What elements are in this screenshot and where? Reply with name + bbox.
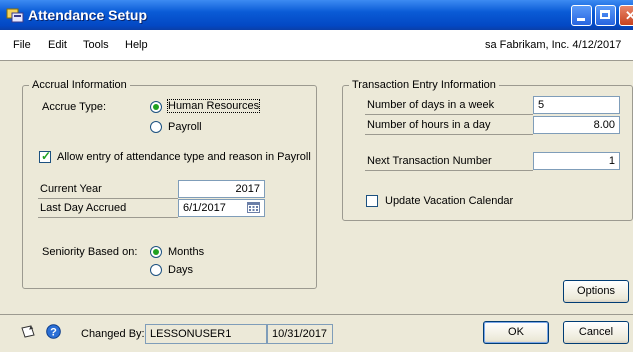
attendance-setup-window: Attendance Setup File Edit Tools Help sa… bbox=[0, 0, 633, 352]
months-label[interactable]: Months bbox=[168, 246, 204, 258]
note-icon[interactable] bbox=[20, 325, 36, 339]
payroll-label[interactable]: Payroll bbox=[168, 121, 202, 133]
menu-tools[interactable]: Tools bbox=[83, 39, 109, 51]
update-vacation-label[interactable]: Update Vacation Calendar bbox=[385, 195, 513, 207]
cancel-button[interactable]: Cancel bbox=[563, 321, 629, 344]
window-title: Attendance Setup bbox=[28, 7, 148, 23]
current-year-label: Current Year bbox=[38, 180, 178, 199]
radio-months[interactable] bbox=[150, 246, 162, 258]
footer-divider bbox=[0, 314, 633, 315]
hours-day-field[interactable]: 8.00 bbox=[533, 116, 620, 134]
next-transaction-field[interactable]: 1 bbox=[533, 152, 620, 170]
hours-day-label: Number of hours in a day bbox=[365, 116, 533, 135]
days-label[interactable]: Days bbox=[168, 264, 193, 276]
changed-by-label: Changed By: bbox=[81, 328, 145, 340]
next-transaction-label: Next Transaction Number bbox=[365, 152, 533, 171]
menu-bar: File Edit Tools Help sa Fabrikam, Inc. 4… bbox=[0, 30, 633, 61]
current-year-field[interactable]: 2017 bbox=[178, 180, 265, 198]
changed-by-date-field: 10/31/2017 bbox=[267, 324, 333, 344]
title-bar[interactable]: Attendance Setup bbox=[0, 0, 633, 30]
svg-text:?: ? bbox=[50, 327, 57, 339]
maximize-icon[interactable] bbox=[595, 5, 616, 26]
seniority-label: Seniority Based on: bbox=[42, 246, 138, 258]
days-week-label: Number of days in a week bbox=[365, 96, 533, 115]
help-icon[interactable]: ? bbox=[46, 324, 61, 339]
window-app-icon bbox=[6, 8, 24, 23]
human-resources-label[interactable]: Human Resources bbox=[166, 99, 261, 113]
transaction-legend: Transaction Entry Information bbox=[349, 79, 499, 91]
company-info: sa Fabrikam, Inc. 4/12/2017 bbox=[485, 39, 622, 51]
menu-edit[interactable]: Edit bbox=[48, 39, 67, 51]
radio-payroll[interactable] bbox=[150, 121, 162, 133]
last-day-accrued-value: 6/1/2017 bbox=[183, 202, 226, 214]
radio-days[interactable] bbox=[150, 264, 162, 276]
accrue-type-label: Accrue Type: bbox=[42, 101, 106, 113]
update-vacation-checkbox[interactable] bbox=[366, 195, 378, 207]
close-icon[interactable] bbox=[619, 5, 633, 26]
options-button-label: Options bbox=[577, 285, 615, 297]
days-week-field[interactable]: 5 bbox=[533, 96, 620, 114]
last-day-accrued-label: Last Day Accrued bbox=[38, 199, 178, 218]
accrual-legend: Accrual Information bbox=[29, 79, 130, 91]
menu-help[interactable]: Help bbox=[125, 39, 148, 51]
ok-button[interactable]: OK bbox=[483, 321, 549, 344]
options-button[interactable]: Options bbox=[563, 280, 629, 303]
changed-by-user-field: LESSONUSER1 bbox=[145, 324, 267, 344]
cancel-button-label: Cancel bbox=[578, 326, 614, 338]
radio-human-resources[interactable] bbox=[150, 101, 162, 113]
calendar-icon[interactable] bbox=[247, 202, 260, 213]
allow-entry-label[interactable]: Allow entry of attendance type and reaso… bbox=[57, 151, 311, 163]
allow-entry-checkbox[interactable] bbox=[39, 149, 51, 163]
ok-button-label: OK bbox=[508, 326, 524, 338]
minimize-icon[interactable] bbox=[571, 5, 592, 26]
menu-file[interactable]: File bbox=[13, 39, 31, 51]
